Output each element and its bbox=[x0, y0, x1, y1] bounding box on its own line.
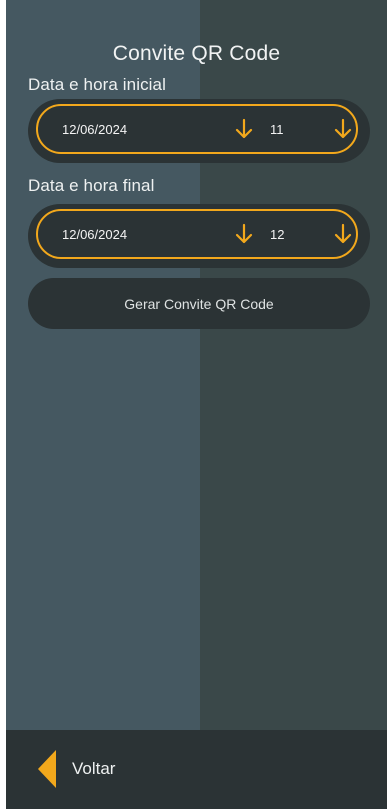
end-datetime-picker: 12/06/2024 12 bbox=[28, 204, 370, 268]
start-datetime-field[interactable]: 12/06/2024 11 bbox=[36, 104, 358, 154]
end-date-value[interactable]: 12/06/2024 bbox=[62, 227, 127, 242]
generate-qr-invite-button[interactable]: Gerar Convite QR Code bbox=[28, 278, 370, 329]
arrow-down-icon[interactable] bbox=[333, 118, 353, 140]
back-label: Voltar bbox=[72, 759, 116, 778]
start-datetime-label: Data e hora inicial bbox=[28, 75, 166, 94]
arrow-down-icon[interactable] bbox=[333, 223, 353, 245]
end-hour-value[interactable]: 12 bbox=[270, 227, 284, 242]
end-datetime-label: Data e hora final bbox=[28, 176, 155, 195]
back-button[interactable]: Voltar bbox=[34, 748, 115, 790]
start-date-value[interactable]: 12/06/2024 bbox=[62, 122, 127, 137]
bottom-bar: Voltar bbox=[6, 730, 387, 809]
start-hour-value[interactable]: 11 bbox=[270, 122, 284, 137]
chevron-left-icon[interactable] bbox=[34, 748, 58, 790]
start-datetime-picker: 12/06/2024 11 bbox=[28, 99, 370, 163]
end-datetime-field[interactable]: 12/06/2024 12 bbox=[36, 209, 358, 259]
app-screen: Convite QR Code Data e hora inicial 12/0… bbox=[6, 0, 387, 809]
arrow-down-icon[interactable] bbox=[234, 223, 254, 245]
arrow-down-icon[interactable] bbox=[234, 118, 254, 140]
page-title: Convite QR Code bbox=[112, 42, 281, 65]
